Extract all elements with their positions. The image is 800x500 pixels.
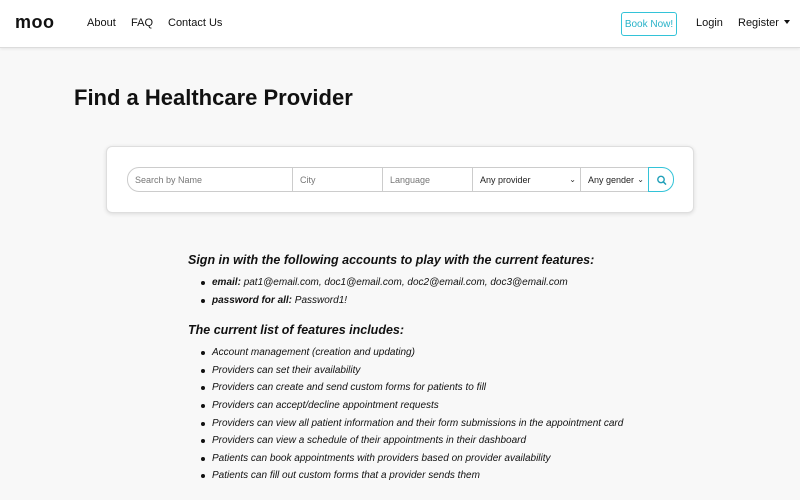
list-item: Patients can fill out custom forms that … <box>188 467 748 485</box>
register-label: Register <box>738 17 779 29</box>
email-label: email: <box>212 277 241 288</box>
chevron-down-icon: ⌄ <box>569 175 576 184</box>
city-input[interactable]: City <box>292 167 383 192</box>
list-item: Providers can view a schedule of their a… <box>188 432 748 450</box>
password-label: password for all: <box>212 294 293 306</box>
register-dropdown[interactable]: Register <box>738 17 790 29</box>
provider-select-value: Any provider <box>480 174 531 185</box>
email-value: pat1@email.com, doc1@email.com, doc2@ema… <box>243 277 568 288</box>
info-section: Sign in with the following accounts to p… <box>188 253 748 485</box>
list-item: Providers can set their availability <box>188 362 748 380</box>
accounts-heading: Sign in with the following accounts to p… <box>188 253 595 267</box>
nav-link-contact[interactable]: Contact Us <box>168 17 222 29</box>
search-icon <box>657 175 667 185</box>
list-item: Providers can create and send custom for… <box>188 379 748 397</box>
language-input[interactable]: Language <box>382 167 473 192</box>
search-card: Search by Name City Language Any provide… <box>106 146 694 213</box>
chevron-down-icon: ⌄ <box>637 175 644 184</box>
list-item: Patients can book appointments with prov… <box>188 450 748 468</box>
search-button[interactable] <box>648 167 674 192</box>
list-item: email: pat1@email.com, doc1@email.com, d… <box>188 274 748 292</box>
nav-link-faq[interactable]: FAQ <box>131 17 153 29</box>
list-item: Account management (creation and updatin… <box>188 344 748 362</box>
list-item: Providers can accept/decline appointment… <box>188 397 748 415</box>
city-placeholder: City <box>300 174 316 185</box>
list-item: password for all: Password1! <box>188 292 748 310</box>
name-search-input[interactable]: Search by Name <box>127 167 293 192</box>
gender-select[interactable]: Any gender ⌄ <box>580 167 649 192</box>
features-list: Account management (creation and updatin… <box>188 344 748 485</box>
accounts-list: email: pat1@email.com, doc1@email.com, d… <box>188 274 748 309</box>
search-input-group: Search by Name City Language Any provide… <box>127 167 649 192</box>
book-now-button[interactable]: Book Now! <box>621 12 677 36</box>
features-heading: The current list of features includes: <box>188 323 405 338</box>
top-navbar: moo About FAQ Contact Us Book Now! Login… <box>0 0 800 48</box>
language-placeholder: Language <box>390 174 431 185</box>
page-title: Find a Healthcare Provider <box>74 85 353 110</box>
name-placeholder: Search by Name <box>135 174 203 185</box>
login-link[interactable]: Login <box>696 17 723 29</box>
gender-select-value: Any gender <box>588 174 635 185</box>
nav-link-about[interactable]: About <box>87 17 116 29</box>
password-value: Password1! <box>294 294 348 306</box>
caret-down-icon <box>783 20 790 24</box>
provider-type-select[interactable]: Any provider ⌄ <box>472 167 581 192</box>
brand-logo[interactable]: moo <box>15 12 55 33</box>
list-item: Providers can view all patient informati… <box>188 415 748 433</box>
